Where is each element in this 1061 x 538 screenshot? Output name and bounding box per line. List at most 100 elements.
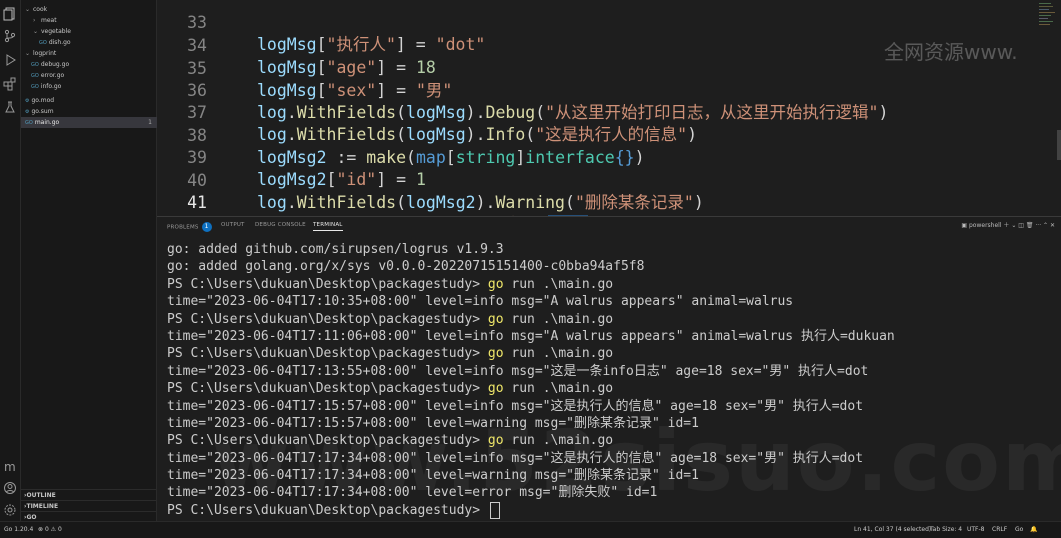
code-line: 33 logMsg["执行人"] = "dot": [157, 0, 1017, 54]
extensions-icon[interactable]: [3, 76, 17, 91]
tab-size-status[interactable]: Tab Size: 4: [930, 522, 962, 538]
tree-label: meat: [41, 17, 57, 24]
command-args: run .\main.go: [503, 433, 614, 449]
terminal-line: go: added golang.org/x/sys v0.0.0-202207…: [167, 259, 645, 275]
encoding-status[interactable]: UTF-8: [967, 522, 985, 538]
code-line: 40 log.WithFields(logMsg2).Warning("删除某条…: [157, 148, 1017, 212]
section-label: OUTLINE: [26, 492, 56, 499]
tab-debug-console[interactable]: DEBUG CONSOLE: [255, 222, 306, 228]
close-icon[interactable]: ✕: [1050, 222, 1055, 229]
tree-file-go-sum[interactable]: ⚙ go.sum: [21, 106, 160, 117]
testing-icon[interactable]: [3, 99, 17, 113]
tree-file-error-go[interactable]: GO error.go: [21, 70, 166, 81]
tab-label: PROBLEMS: [167, 224, 199, 231]
code-line: 38 logMsg2 := make(map[string]interface{…: [157, 103, 1017, 167]
terminal-output[interactable]: go: added github.com/sirupsen/logrus v1.…: [167, 241, 1057, 519]
tree-folder-meat[interactable]: › meat: [21, 15, 168, 26]
tree-folder-vegetable[interactable]: ⌄ vegetable: [21, 26, 168, 37]
section-label: TIMELINE: [26, 503, 59, 510]
split-icon[interactable]: ◫: [1018, 222, 1026, 229]
explorer-sidebar: ⌄ cook › meat ⌄ vegetable GO dish.go ⌄ logpri…: [21, 0, 160, 521]
terminal-shell-label[interactable]: powershell: [969, 222, 1002, 229]
activity-bar: m: [0, 0, 21, 521]
go-mod-icon: ⚙: [25, 98, 30, 104]
tree-label: go.sum: [31, 108, 54, 115]
terminal-prompt-line: PS C:\Users\dukuan\Desktop\packagestudy>: [167, 501, 1057, 519]
svg-text:m: m: [4, 460, 16, 473]
problems-count-badge: 1: [201, 222, 212, 232]
command-args: run .\main.go: [503, 311, 614, 327]
terminal-prompt-line: PS C:\Users\dukuan\Desktop\packagestudy>…: [167, 432, 1057, 449]
go-file-icon: GO: [25, 120, 33, 126]
command-text: go: [487, 346, 504, 362]
code-editor[interactable]: 33 logMsg["执行人"] = "dot" 34 logMsg["age"…: [157, 0, 1061, 216]
terminal-line: time="2023-06-04T17:13:55+08:00" level=i…: [167, 363, 869, 379]
warning-icon: ⚠: [48, 526, 58, 533]
command-text: go: [487, 276, 504, 292]
go-file-icon: GO: [31, 84, 39, 90]
terminal-prompt-line: PS C:\Users\dukuan\Desktop\packagestudy>…: [167, 276, 1057, 293]
bell-icon[interactable]: 🔔: [1030, 522, 1037, 538]
command-text: go: [487, 311, 504, 327]
tree-folder-logprint[interactable]: ⌄ logprint: [21, 48, 160, 59]
go-file-icon: GO: [31, 73, 39, 79]
tree-file-main-go[interactable]: GO main.go 1: [21, 117, 160, 128]
tree-file-info-go[interactable]: GO info.go: [21, 81, 166, 92]
terminal-line: time="2023-06-04T17:10:35+08:00" level=i…: [167, 294, 794, 310]
tree-file-go-mod[interactable]: ⚙ go.mod: [21, 95, 160, 106]
tree-label: error.go: [40, 72, 65, 79]
go-version-status[interactable]: Go 1.20.4: [4, 522, 33, 538]
source-control-icon[interactable]: [3, 28, 17, 43]
tree-file-dish-go[interactable]: GO dish.go: [21, 37, 174, 48]
prompt-text: PS C:\Users\dukuan\Desktop\packagestudy>: [167, 346, 488, 362]
go-file-icon: GO: [31, 62, 39, 68]
bottom-panel: PROBLEMS 1 OUTPUT DEBUG CONSOLE TERMINAL …: [157, 216, 1061, 522]
chevron-down-icon: ⌄: [25, 50, 31, 57]
tree-label: go.mod: [31, 97, 55, 104]
command-text: go: [487, 381, 504, 397]
ellipsis-icon[interactable]: ···: [1035, 222, 1043, 229]
run-debug-icon[interactable]: [3, 52, 17, 66]
problems-status[interactable]: ⊗ 0 ⚠ 0: [38, 522, 62, 538]
cursor-position-status[interactable]: Ln 41, Col 37 (4 selected): [854, 522, 931, 538]
chevron-right-icon: ›: [33, 17, 36, 24]
tab-output[interactable]: OUTPUT: [221, 222, 245, 228]
warning-count: 0: [57, 526, 62, 533]
explorer-icon[interactable]: [3, 6, 17, 21]
tree-label: main.go: [34, 119, 60, 126]
tab-problems[interactable]: PROBLEMS 1: [167, 222, 212, 232]
minimap[interactable]: [1019, 0, 1061, 216]
command-args: run .\main.go: [503, 346, 614, 362]
problem-count-badge: 1: [148, 119, 152, 126]
tree-label: logprint: [33, 50, 57, 57]
prompt-text: PS C:\Users\dukuan\Desktop\packagestudy>: [167, 433, 488, 449]
remote-icon[interactable]: m: [3, 458, 17, 474]
terminal-prompt-line: PS C:\Users\dukuan\Desktop\packagestudy>…: [167, 380, 1057, 397]
tree-folder-cook[interactable]: ⌄ cook: [21, 4, 160, 15]
eol-status[interactable]: CRLF: [992, 522, 1007, 538]
section-label: GO: [26, 514, 37, 521]
command-args: run .\main.go: [503, 276, 614, 292]
code-line: 39 logMsg2["id"] = 1: [157, 125, 1017, 189]
language-status[interactable]: Go: [1015, 522, 1023, 538]
terminal-line: time="2023-06-04T17:17:34+08:00" level=w…: [167, 468, 699, 484]
terminal-shell-icon: ▣: [961, 222, 968, 229]
prompt-text: PS C:\Users\dukuan\Desktop\packagestudy>: [167, 311, 488, 327]
terminal-line: time="2023-06-04T17:17:34+08:00" level=i…: [167, 450, 864, 466]
error-icon: ⊗: [38, 526, 45, 533]
command-args: run .\main.go: [503, 381, 614, 397]
tree-label: cook: [33, 6, 48, 13]
account-icon[interactable]: [3, 480, 17, 494]
code-line-current: 41 errMsg := fmt.Sprintf("删除ID: %d 失败", …: [157, 170, 1017, 216]
terminal-line: time="2023-06-04T17:15:57+08:00" level=w…: [167, 415, 699, 431]
terminal-actions: ▣ powershell ＋ ⌄ ◫ 🗑 ··· ⌃ ✕: [961, 220, 1055, 229]
tree-label: vegetable: [41, 28, 71, 35]
tab-terminal[interactable]: TERMINAL: [313, 222, 343, 231]
gear-icon[interactable]: [3, 502, 17, 516]
chevron-down-icon: ⌄: [33, 28, 39, 35]
tree-file-debug-go[interactable]: GO debug.go: [21, 59, 166, 70]
maximize-icon[interactable]: ⌃: [1043, 222, 1050, 229]
trash-icon[interactable]: 🗑: [1026, 222, 1036, 229]
code-line: 37 log.WithFields(logMsg).Info("这是执行人的信息…: [157, 80, 1017, 144]
tree-label: dish.go: [48, 39, 71, 46]
